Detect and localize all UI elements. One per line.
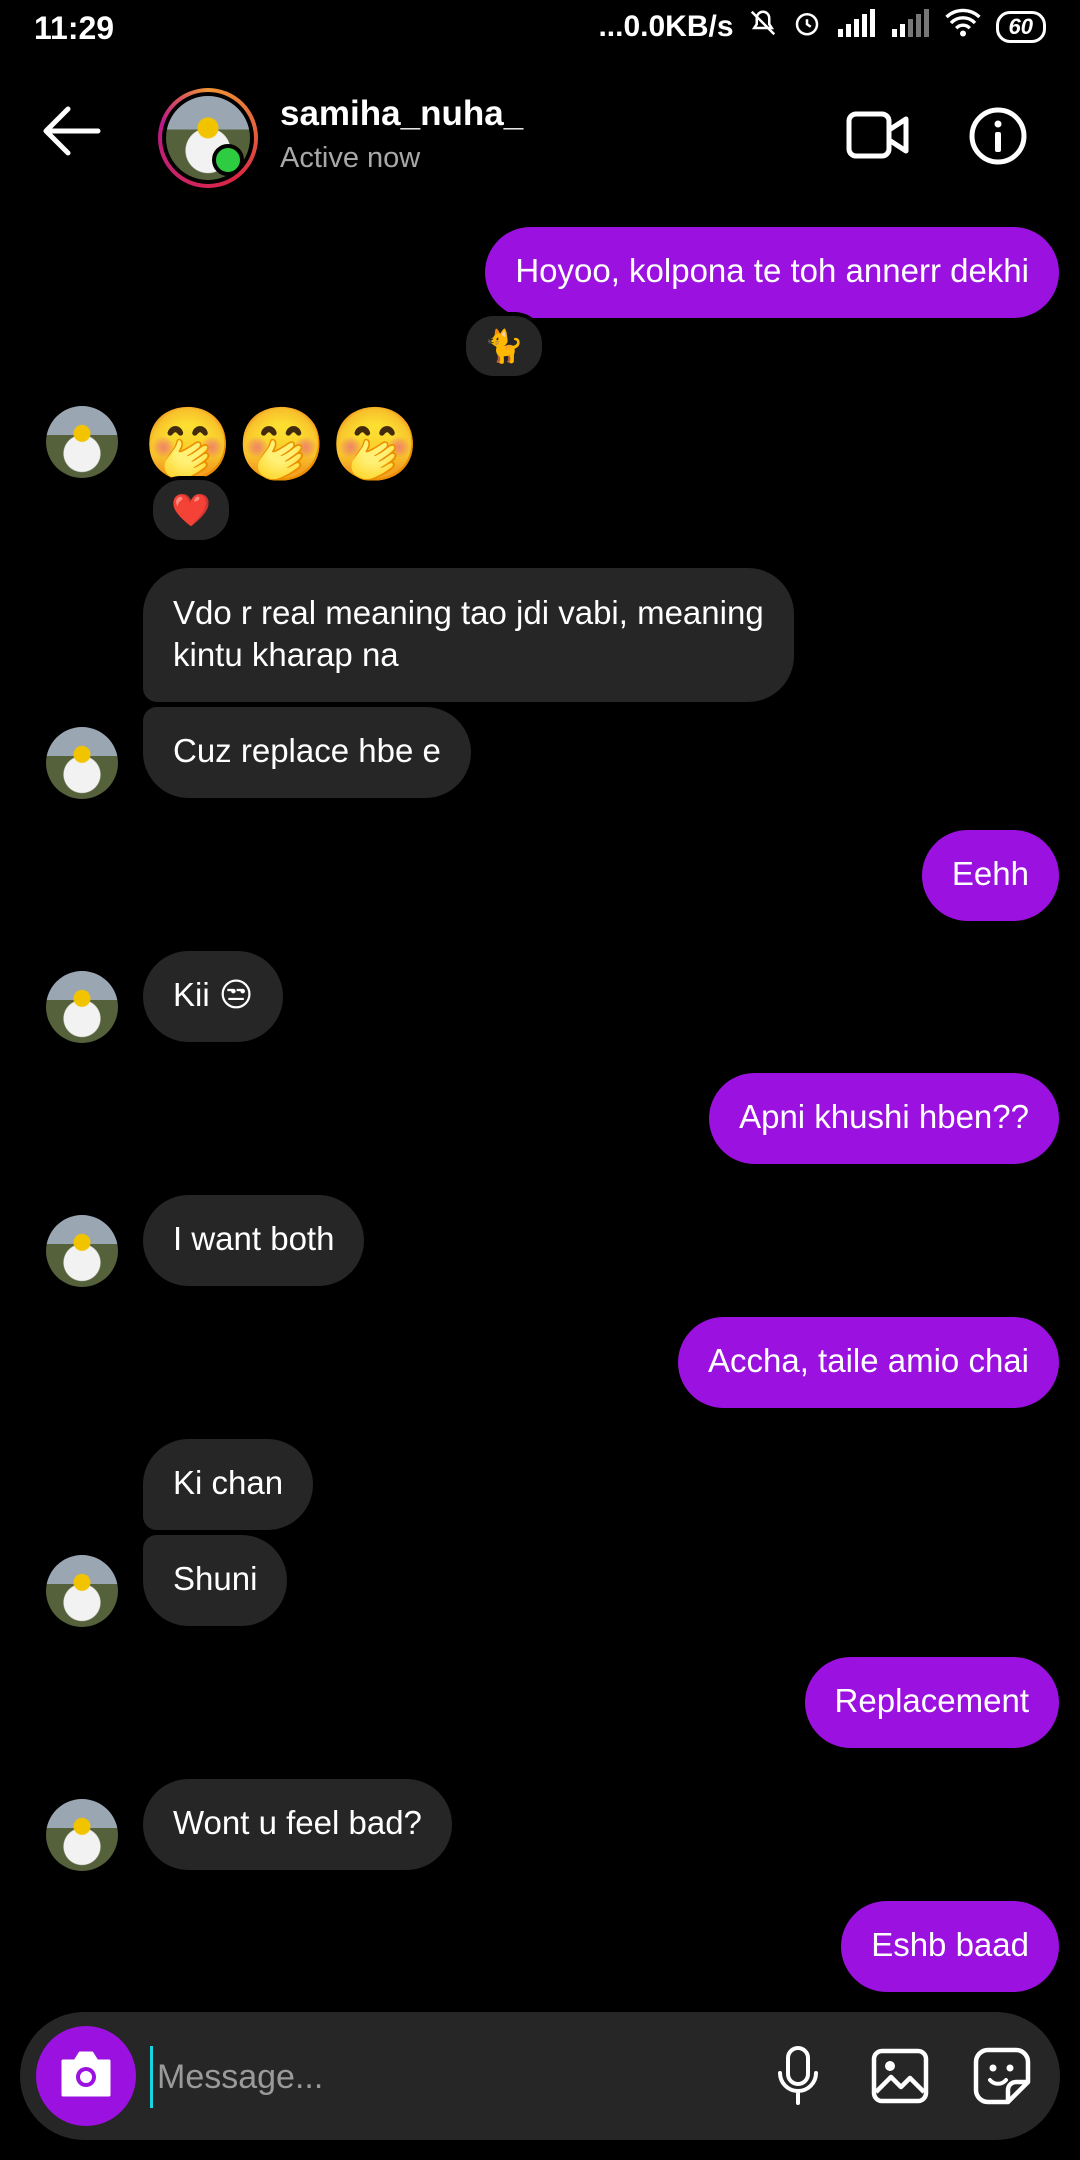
outgoing-message[interactable]: Hoyoo, kolpona te toh annerr dekhi: [485, 227, 1059, 318]
message-line: Vdo r real meaning tao jdi vabi, meaning: [173, 594, 764, 631]
message-composer: [20, 2012, 1060, 2140]
signal-icon-2: [890, 9, 930, 45]
net-speed: ...0.0KB/s: [598, 10, 734, 43]
message-reaction[interactable]: ❤️: [149, 476, 233, 544]
message-line: kintu kharap na: [173, 636, 399, 673]
sender-avatar[interactable]: [46, 1215, 118, 1287]
outgoing-message[interactable]: Eehh: [921, 830, 1059, 921]
outgoing-message[interactable]: Apni khushi hben??: [709, 1073, 1059, 1164]
video-call-icon[interactable]: [846, 108, 910, 167]
incoming-message[interactable]: I want both: [143, 1195, 365, 1286]
camera-button[interactable]: [36, 2026, 136, 2126]
status-indicators: ...0.0KB/s 60: [598, 8, 1046, 46]
camera-icon: [57, 2049, 115, 2104]
battery-indicator: 60: [995, 11, 1046, 43]
emoji-message[interactable]: 🤭🤭🤭: [143, 402, 424, 487]
gallery-icon[interactable]: [860, 2036, 940, 2116]
chat-header: samiha_nuha_ Active now: [0, 62, 1080, 212]
sender-avatar[interactable]: [46, 1799, 118, 1871]
sender-avatar[interactable]: [46, 1555, 118, 1627]
microphone-icon[interactable]: [758, 2036, 838, 2116]
sticker-icon[interactable]: [962, 2036, 1042, 2116]
sender-avatar[interactable]: [46, 971, 118, 1043]
wifi-icon: [944, 8, 982, 46]
online-indicator: [212, 144, 244, 176]
outgoing-message[interactable]: Eshb baad: [841, 1901, 1059, 1992]
outgoing-message[interactable]: Accha, taile amio chai: [678, 1317, 1059, 1408]
message-input[interactable]: [150, 2046, 719, 2108]
back-arrow-icon[interactable]: [40, 106, 102, 161]
contact-username[interactable]: samiha_nuha_: [280, 94, 523, 134]
incoming-message[interactable]: Vdo r real meaning tao jdi vabi, meaning…: [143, 568, 794, 702]
outgoing-message[interactable]: Replacement: [804, 1657, 1059, 1748]
mute-icon: [748, 8, 778, 46]
sender-avatar[interactable]: [46, 406, 118, 478]
status-bar: 11:29 ...0.0KB/s 60: [0, 0, 1080, 62]
incoming-message[interactable]: Wont u feel bad?: [143, 1779, 452, 1870]
incoming-message[interactable]: Kii 😒: [143, 951, 284, 1042]
sender-avatar[interactable]: [46, 727, 118, 799]
incoming-message[interactable]: Shuni: [143, 1535, 288, 1626]
alarm-icon: [792, 8, 822, 46]
incoming-message[interactable]: Ki chan: [143, 1439, 314, 1530]
info-icon[interactable]: [968, 106, 1028, 171]
contact-status: Active now: [280, 142, 421, 174]
message-reaction[interactable]: 🐈: [462, 312, 546, 380]
incoming-message[interactable]: Cuz replace hbe e: [143, 707, 471, 798]
contact-avatar[interactable]: [158, 88, 258, 188]
signal-icon: [836, 9, 876, 45]
status-time: 11:29: [34, 10, 115, 46]
